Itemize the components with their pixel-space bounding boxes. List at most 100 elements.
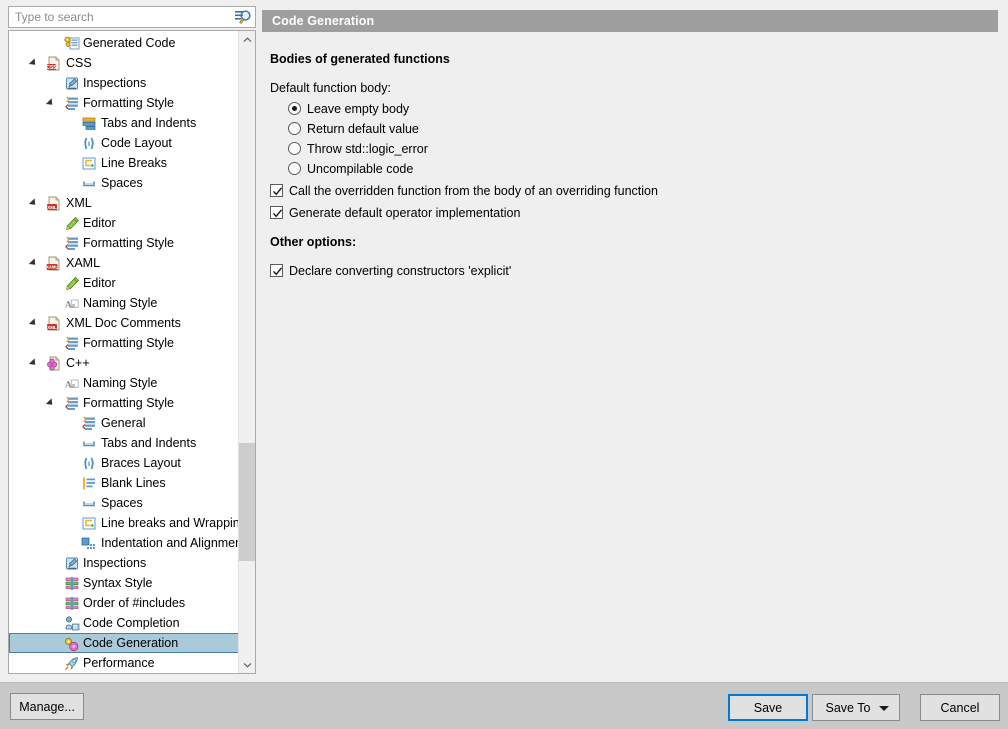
- spaces-icon: [81, 176, 97, 191]
- tree-item-xaml[interactable]: XAML XAML: [9, 253, 238, 273]
- tree-item-code-layout[interactable]: Code Layout: [9, 133, 238, 153]
- tree-item-braces-layout[interactable]: Braces Layout: [9, 453, 238, 473]
- indentation-icon: [81, 536, 97, 551]
- tree-item-label: Inspections: [83, 553, 146, 573]
- expand-collapse-arrow-icon[interactable]: [29, 258, 38, 267]
- settings-tree-viewport: Generated CodeCSSCSSInspectionsFormattin…: [9, 31, 238, 673]
- tree-item-label: Generated Code: [83, 33, 175, 53]
- radio-label: Uncompilable code: [307, 160, 413, 178]
- tree-item-inspections[interactable]: Inspections: [9, 73, 238, 93]
- tree-item-xml-doc-comments[interactable]: XMLXML Doc Comments: [9, 313, 238, 333]
- tree-item-formatting-style[interactable]: Formatting Style: [9, 393, 238, 413]
- svg-text:a: a: [72, 382, 76, 390]
- tree-item-label: Inspections: [83, 73, 146, 93]
- tree-item-tabs-and-indents[interactable]: Tabs and Indents: [9, 433, 238, 453]
- editor-pencil-icon: [64, 276, 80, 291]
- tree-item-label: Editor: [83, 273, 116, 293]
- tree-item-blank-lines[interactable]: Blank Lines: [9, 473, 238, 493]
- naming-style-icon: Aa: [64, 376, 80, 391]
- tree-item-c[interactable]: C++: [9, 353, 238, 373]
- checkbox-label: Generate default operator implementation: [289, 204, 520, 222]
- tree-item-label: XML Doc Comments: [66, 313, 181, 333]
- tree-item-css[interactable]: CSS CSS: [9, 53, 238, 73]
- radio-label: Throw std::logic_error: [307, 140, 428, 158]
- tree-item-formatting-style[interactable]: Formatting Style: [9, 233, 238, 253]
- panel-title: Code Generation: [262, 10, 998, 32]
- svg-text:a: a: [72, 302, 76, 310]
- scroll-up-button[interactable]: [239, 31, 255, 48]
- checkbox-checked-icon[interactable]: [270, 184, 283, 197]
- checkbox-checked-icon[interactable]: [270, 264, 283, 277]
- expand-collapse-arrow-icon[interactable]: [29, 198, 38, 207]
- expand-collapse-arrow-icon[interactable]: [29, 58, 38, 67]
- search-icon[interactable]: [234, 9, 252, 26]
- tree-item-label: Performance: [83, 653, 155, 673]
- formatting-style-icon: [81, 416, 97, 431]
- tree-item-naming-style[interactable]: AaNaming Style: [9, 373, 238, 393]
- tree-item-performance[interactable]: Performance: [9, 653, 238, 673]
- xml-file-icon: XML: [46, 196, 62, 211]
- tree-item-line-breaks[interactable]: Line Breaks: [9, 153, 238, 173]
- search-input[interactable]: [9, 7, 235, 27]
- tree-item-label: Code Generation: [83, 634, 178, 652]
- tree-item-code-completion[interactable]: Code Completion: [9, 613, 238, 633]
- formatting-style-icon: [64, 336, 80, 351]
- save-to-label: Save To: [826, 701, 871, 715]
- tree-item-spaces[interactable]: Spaces: [9, 173, 238, 193]
- save-to-button[interactable]: Save To: [812, 694, 900, 721]
- spaces-icon: [81, 496, 97, 511]
- radio-unselected-icon[interactable]: [288, 122, 301, 135]
- tree-item-label: Spaces: [101, 493, 143, 513]
- tree-item-spaces[interactable]: Spaces: [9, 493, 238, 513]
- tree-item-syntax-style[interactable]: Syntax Style: [9, 573, 238, 593]
- tree-item-generated-code[interactable]: Generated Code: [9, 33, 238, 53]
- blank-lines-icon: [81, 476, 97, 491]
- tree-item-general[interactable]: General: [9, 413, 238, 433]
- svg-text:XML: XML: [47, 205, 57, 210]
- tree-item-formatting-style[interactable]: Formatting Style: [9, 333, 238, 353]
- search-box[interactable]: [8, 6, 256, 28]
- tree-item-code-generation[interactable]: Code Generation: [9, 633, 238, 653]
- radio-selected-icon[interactable]: [288, 102, 301, 115]
- tree-item-line-breaks-and-wrapping[interactable]: Line breaks and Wrapping: [9, 513, 238, 533]
- settings-content-pane: Code Generation Bodies of generated func…: [262, 6, 1000, 674]
- tree-item-label: CSS: [66, 53, 92, 73]
- tree-item-label: XML: [66, 193, 92, 213]
- expand-collapse-arrow-icon[interactable]: [29, 318, 38, 327]
- radio-label: Return default value: [307, 120, 419, 138]
- expand-collapse-arrow-icon[interactable]: [46, 398, 55, 407]
- tree-item-formatting-style[interactable]: Formatting Style: [9, 93, 238, 113]
- tree-item-label: Naming Style: [83, 293, 157, 313]
- svg-text:XAML: XAML: [46, 265, 58, 270]
- tree-item-inspections[interactable]: Inspections: [9, 553, 238, 573]
- cancel-button[interactable]: Cancel: [920, 694, 1000, 721]
- tree-item-editor[interactable]: Editor: [9, 273, 238, 293]
- tree-item-xml[interactable]: XML XML: [9, 193, 238, 213]
- css-file-icon: CSS: [46, 56, 62, 71]
- code-completion-icon: [64, 616, 80, 631]
- tree-scrollbar-thumb[interactable]: [239, 443, 255, 561]
- tree-scrollbar[interactable]: [238, 31, 255, 673]
- formatting-style-icon: [64, 396, 80, 411]
- line-breaks-icon: [81, 156, 97, 171]
- radio-unselected-icon[interactable]: [288, 142, 301, 155]
- tree-item-tabs-and-indents[interactable]: Tabs and Indents: [9, 113, 238, 133]
- manage-button[interactable]: Manage...: [10, 693, 84, 720]
- tree-item-editor[interactable]: Editor: [9, 213, 238, 233]
- code-layout-icon: [81, 456, 97, 471]
- settings-navigation-pane: Generated CodeCSSCSSInspectionsFormattin…: [8, 6, 256, 674]
- tree-item-naming-style[interactable]: AaNaming Style: [9, 293, 238, 313]
- checkbox-checked-icon[interactable]: [270, 206, 283, 219]
- scroll-down-button[interactable]: [239, 656, 255, 673]
- expand-collapse-arrow-icon[interactable]: [46, 98, 55, 107]
- radio-unselected-icon[interactable]: [288, 162, 301, 175]
- spaces-icon: [81, 436, 97, 451]
- settings-tree[interactable]: Generated CodeCSSCSSInspectionsFormattin…: [8, 30, 256, 674]
- expand-collapse-arrow-icon[interactable]: [29, 358, 38, 367]
- inspections-icon: [64, 556, 80, 571]
- tree-item-order-of-includes[interactable]: Order of #includes: [9, 593, 238, 613]
- tabs-indents-icon: [81, 116, 97, 131]
- tree-item-indentation-and-alignment[interactable]: Indentation and Alignment: [9, 533, 238, 553]
- tree-item-label: XAML: [66, 253, 100, 273]
- save-button[interactable]: Save: [728, 694, 808, 721]
